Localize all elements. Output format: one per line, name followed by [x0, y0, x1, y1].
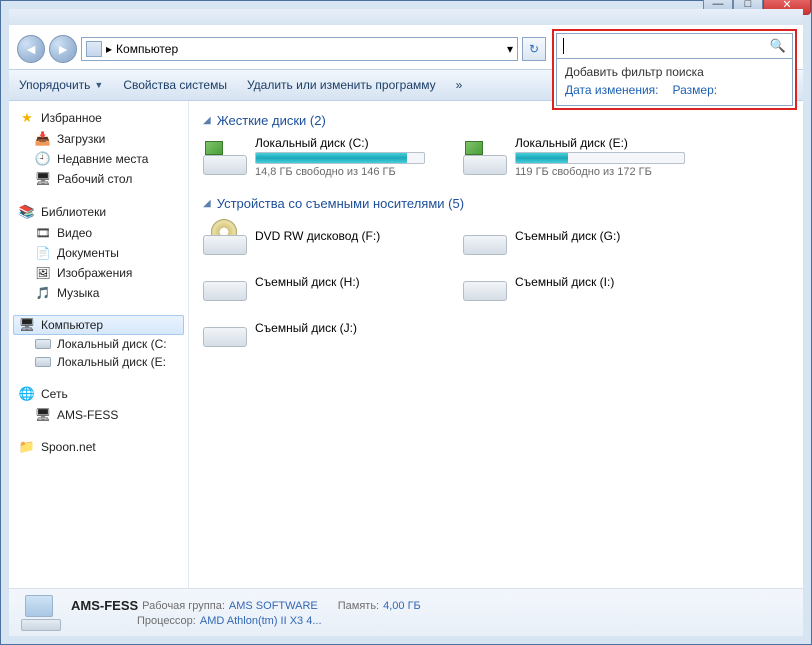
- sidebar-item-drive-e[interactable]: Локальный диск (E:: [13, 353, 184, 371]
- collapse-icon[interactable]: ◢: [203, 198, 211, 209]
- computer-large-icon: [21, 595, 61, 631]
- sidebar-item-ams-fess[interactable]: 🖥AMS-FESS: [13, 405, 184, 425]
- pc-icon: 🖥: [35, 407, 51, 423]
- forward-button[interactable]: ►: [49, 35, 77, 63]
- address-label: Компьютер: [116, 42, 178, 56]
- document-icon: 📄: [35, 245, 51, 261]
- computer-icon: [86, 41, 102, 57]
- desktop-icon: 🖥: [35, 171, 51, 187]
- status-cpu-value: AMD Athlon(tm) II X3 4...: [200, 615, 322, 627]
- group-hard-disks[interactable]: ◢ Жесткие диски (2): [203, 113, 789, 128]
- removable-icon: [203, 265, 247, 301]
- folder-icon: 📁: [19, 439, 35, 455]
- hdd-tiles: Локальный диск (C:) 14,8 ГБ свободно из …: [203, 136, 789, 178]
- sidebar-item-drive-c[interactable]: Локальный диск (C:: [13, 335, 184, 353]
- search-box[interactable]: 🔍: [556, 33, 793, 59]
- sidebar-item-downloads[interactable]: 📥Загрузки: [13, 129, 184, 149]
- video-icon: 🎞: [35, 225, 51, 241]
- status-cpu-label: Процессор:: [137, 615, 196, 627]
- sidebar-computer[interactable]: 🖥 Компьютер: [13, 315, 184, 335]
- drive-name: Съемный диск (G:): [515, 229, 693, 243]
- favorites-icon: ★: [19, 110, 35, 126]
- address-bar[interactable]: ▸ Компьютер ▾: [81, 37, 518, 61]
- usage-bar: [255, 152, 425, 164]
- status-workgroup-label: Рабочая группа:: [142, 600, 225, 612]
- navigation-pane: ★ Избранное 📥Загрузки 🕘Недавние места 🖥Р…: [9, 101, 189, 588]
- removable-tiles: DVD RW дисковод (F:) Съемный диск (G:) С…: [203, 219, 789, 347]
- uninstall-program-button[interactable]: Удалить или изменить программу: [247, 78, 436, 92]
- search-filter-header: Добавить фильтр поиска: [565, 65, 784, 79]
- sidebar-item-videos[interactable]: 🎞Видео: [13, 223, 184, 243]
- text-cursor: [563, 38, 564, 54]
- libraries-icon: 📚: [19, 204, 35, 220]
- removable-icon: [463, 265, 507, 301]
- folder-icon: 📥: [35, 131, 51, 147]
- drive-freespace: 14,8 ГБ свободно из 146 ГБ: [255, 166, 433, 178]
- drive-name: DVD RW дисковод (F:): [255, 229, 433, 243]
- refresh-button[interactable]: ↻: [522, 37, 546, 61]
- sidebar-network[interactable]: 🌐 Сеть: [13, 383, 184, 405]
- toolbar-overflow[interactable]: »: [456, 78, 463, 92]
- drive-tile-f[interactable]: DVD RW дисковод (F:): [203, 219, 433, 255]
- status-name: AMS-FESS: [71, 598, 138, 613]
- drive-tile-c[interactable]: Локальный диск (C:) 14,8 ГБ свободно из …: [203, 136, 433, 178]
- drive-name: Локальный диск (C:): [255, 136, 433, 150]
- system-properties-button[interactable]: Свойства системы: [123, 78, 227, 92]
- sidebar-item-spoon[interactable]: 📁Spoon.net: [13, 437, 184, 457]
- removable-icon: [463, 219, 507, 255]
- drive-tile-i[interactable]: Съемный диск (I:): [463, 265, 693, 301]
- drive-name: Съемный диск (J:): [255, 321, 433, 335]
- filter-date-modified[interactable]: Дата изменения:: [565, 83, 659, 97]
- titlebar: [9, 9, 803, 25]
- group-removable[interactable]: ◢ Устройства со съемными носителями (5): [203, 196, 789, 211]
- network-icon: 🌐: [19, 386, 35, 402]
- removable-icon: [203, 311, 247, 347]
- collapse-icon[interactable]: ◢: [203, 115, 211, 126]
- details-pane: AMS-FESS Рабочая группа: AMS SOFTWARE Па…: [9, 588, 803, 636]
- drive-tile-e[interactable]: Локальный диск (E:) 119 ГБ свободно из 1…: [463, 136, 693, 178]
- status-memory-label: Память:: [338, 600, 379, 612]
- search-panel: 🔍 Добавить фильтр поиска Дата изменения:…: [552, 29, 797, 110]
- sidebar-favorites[interactable]: ★ Избранное: [13, 107, 184, 129]
- drive-name: Съемный диск (H:): [255, 275, 433, 289]
- drive-tile-h[interactable]: Съемный диск (H:): [203, 265, 433, 301]
- hdd-icon: [203, 139, 247, 175]
- hdd-icon: [463, 139, 507, 175]
- drive-name: Локальный диск (E:): [515, 136, 693, 150]
- sidebar-libraries[interactable]: 📚 Библиотеки: [13, 201, 184, 223]
- dvd-icon: [203, 219, 247, 255]
- drive-freespace: 119 ГБ свободно из 172 ГБ: [515, 166, 693, 178]
- organize-menu[interactable]: Упорядочить▼: [19, 78, 103, 92]
- music-icon: 🎵: [35, 285, 51, 301]
- computer-icon: 🖥: [19, 317, 35, 333]
- status-memory-value: 4,00 ГБ: [383, 600, 421, 612]
- address-chevron: ▸: [106, 42, 112, 56]
- status-workgroup-value: AMS SOFTWARE: [229, 600, 318, 612]
- recent-icon: 🕘: [35, 151, 51, 167]
- drive-icon: [35, 339, 51, 349]
- picture-icon: 🖼: [35, 265, 51, 281]
- drive-tile-g[interactable]: Съемный диск (G:): [463, 219, 693, 255]
- sidebar-item-recent[interactable]: 🕘Недавние места: [13, 149, 184, 169]
- sidebar-item-documents[interactable]: 📄Документы: [13, 243, 184, 263]
- usage-bar: [515, 152, 685, 164]
- sidebar-item-music[interactable]: 🎵Музыка: [13, 283, 184, 303]
- search-input[interactable]: [566, 38, 770, 54]
- drive-name: Съемный диск (I:): [515, 275, 693, 289]
- search-icon[interactable]: 🔍: [770, 38, 786, 54]
- explorer-window: — □ ✕ ◄ ► ▸ Компьютер ▾ ↻ 🔍 Добавит: [0, 0, 812, 645]
- filter-size[interactable]: Размер:: [673, 83, 718, 97]
- address-dropdown-icon[interactable]: ▾: [507, 42, 513, 56]
- back-button[interactable]: ◄: [17, 35, 45, 63]
- drive-tile-j[interactable]: Съемный диск (J:): [203, 311, 433, 347]
- content-pane: ◢ Жесткие диски (2) Локальный диск (C:) …: [189, 101, 803, 588]
- sidebar-item-desktop[interactable]: 🖥Рабочий стол: [13, 169, 184, 189]
- search-filter-dropdown: Добавить фильтр поиска Дата изменения: Р…: [556, 59, 793, 106]
- sidebar-item-pictures[interactable]: 🖼Изображения: [13, 263, 184, 283]
- drive-icon: [35, 357, 51, 367]
